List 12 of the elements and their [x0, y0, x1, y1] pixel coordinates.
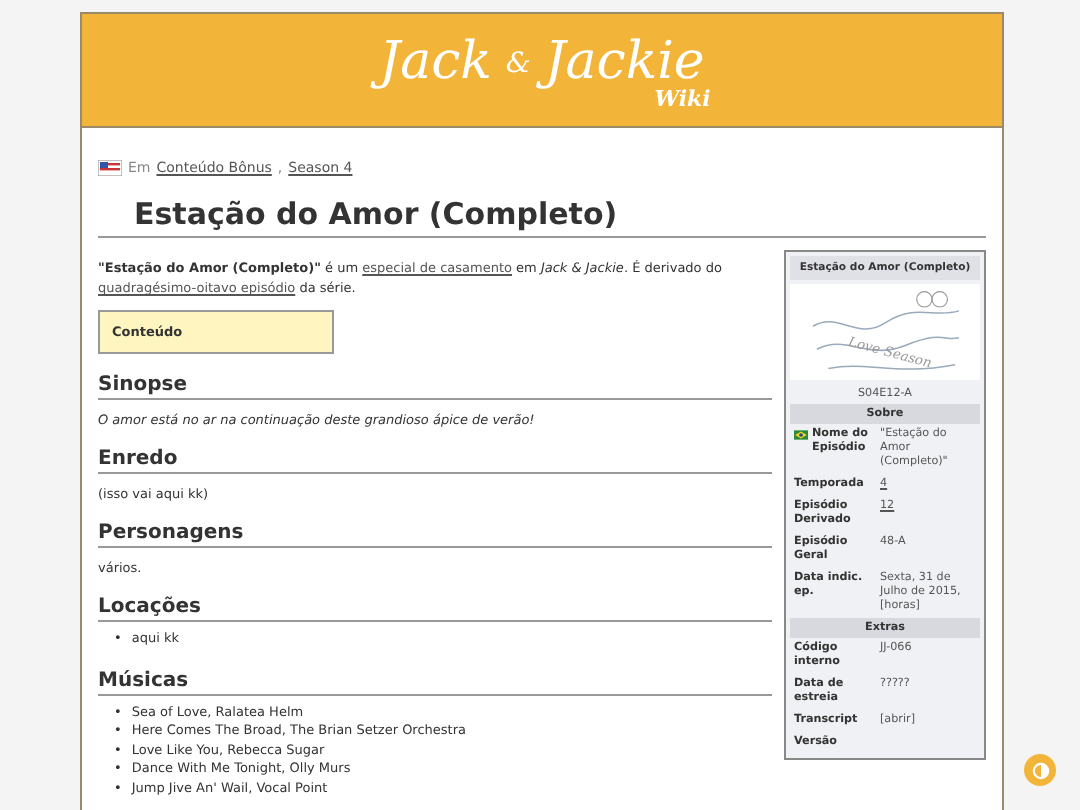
- half-moon-icon: [1031, 761, 1049, 779]
- section-heading: Músicas: [98, 669, 772, 695]
- page-title: Estação do Amor (Completo): [98, 196, 986, 238]
- section-heading: Personagens: [98, 522, 772, 548]
- section-heading: Locações: [98, 596, 772, 622]
- section-heading: Sinopse: [98, 374, 772, 400]
- flag-icon: [98, 160, 122, 176]
- flag-icon: [794, 430, 808, 440]
- section-heading: Enredo: [98, 448, 772, 474]
- theme-toggle-button[interactable]: [1024, 754, 1056, 786]
- logo-title: Jack: [373, 28, 498, 96]
- logo-ampersand: &: [505, 48, 531, 80]
